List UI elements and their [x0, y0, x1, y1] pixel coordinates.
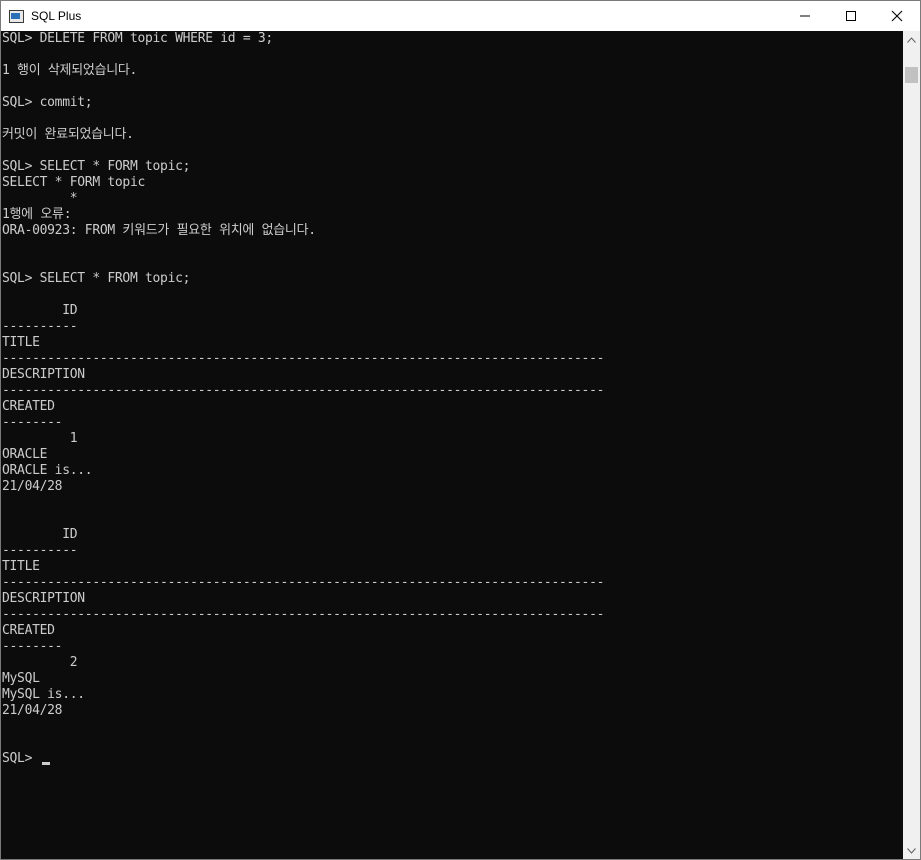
- console-line: 커밋이 완료되었습니다.: [2, 127, 134, 142]
- console-line: SQL> SELECT * FROM topic;: [2, 271, 191, 286]
- console-line: DESCRIPTION: [2, 591, 85, 606]
- prompt-label: SQL>: [2, 751, 40, 766]
- maximize-icon: [846, 11, 856, 21]
- console-line: 21/04/28: [2, 703, 63, 718]
- console-line: ----------: [2, 543, 78, 558]
- caption-buttons: [782, 1, 920, 31]
- console-line: ----------------------------------------…: [2, 607, 605, 622]
- console-line: SQL> DELETE FROM topic WHERE id = 3;: [2, 31, 273, 46]
- console-line: ID: [2, 527, 78, 542]
- sqlplus-console-icon[interactable]: [8, 8, 24, 24]
- command-prompt[interactable]: SQL>: [2, 751, 50, 767]
- console-line: 1 행이 삭제되었습니다.: [2, 63, 138, 78]
- console-line: CREATED: [2, 623, 55, 638]
- console-line: 1: [2, 431, 78, 446]
- console-line: ORA-00923: FROM 키워드가 필요한 위치에 없습니다.: [2, 223, 316, 238]
- console-line: --------: [2, 415, 63, 430]
- console-line: DESCRIPTION: [2, 367, 85, 382]
- console-line: ORACLE is...: [2, 463, 93, 478]
- console-output[interactable]: SQL> DELETE FROM topic WHERE id = 3; 1 행이…: [1, 31, 903, 859]
- console-line: SELECT * FORM topic: [2, 175, 146, 190]
- title-bar[interactable]: SQL Plus: [1, 1, 920, 31]
- console-line: --------: [2, 639, 63, 654]
- console-line: ----------: [2, 319, 78, 334]
- console-line: SQL> SELECT * FORM topic;: [2, 159, 191, 174]
- text-cursor: [41, 762, 50, 765]
- console-line: TITLE: [2, 335, 40, 350]
- console-line: 1행에 오류:: [2, 207, 72, 222]
- console-line: MySQL: [2, 671, 40, 686]
- console-line: *: [2, 191, 78, 206]
- window-title: SQL Plus: [31, 9, 82, 23]
- console-line: MySQL is...: [2, 687, 85, 702]
- scroll-up-arrow-icon: [907, 36, 916, 43]
- close-icon: [891, 10, 903, 22]
- console-line: 2: [2, 655, 78, 670]
- scroll-down-arrow-icon: [907, 847, 916, 854]
- scroll-up-button[interactable]: [903, 31, 920, 48]
- close-button[interactable]: [874, 1, 920, 31]
- maximize-button[interactable]: [828, 1, 874, 31]
- vertical-scrollbar[interactable]: [903, 31, 920, 859]
- scroll-down-button[interactable]: [903, 842, 920, 859]
- console-line: CREATED: [2, 399, 55, 414]
- minimize-button[interactable]: [782, 1, 828, 31]
- console-line: ----------------------------------------…: [2, 351, 605, 366]
- console-line: SQL> commit;: [2, 95, 93, 110]
- sqlplus-window: SQL Plus SQL> DELETE FROM topic WHERE id…: [0, 0, 921, 860]
- console-line: 21/04/28: [2, 479, 63, 494]
- console-line: TITLE: [2, 559, 40, 574]
- scrollbar-thumb[interactable]: [905, 67, 918, 83]
- minimize-icon: [800, 15, 810, 17]
- console-text: SQL> DELETE FROM topic WHERE id = 3; 1 행이…: [2, 31, 604, 751]
- console-line: ORACLE: [2, 447, 48, 462]
- console-line: ----------------------------------------…: [2, 575, 605, 590]
- console-line: ----------------------------------------…: [2, 383, 605, 398]
- console-line: ID: [2, 303, 78, 318]
